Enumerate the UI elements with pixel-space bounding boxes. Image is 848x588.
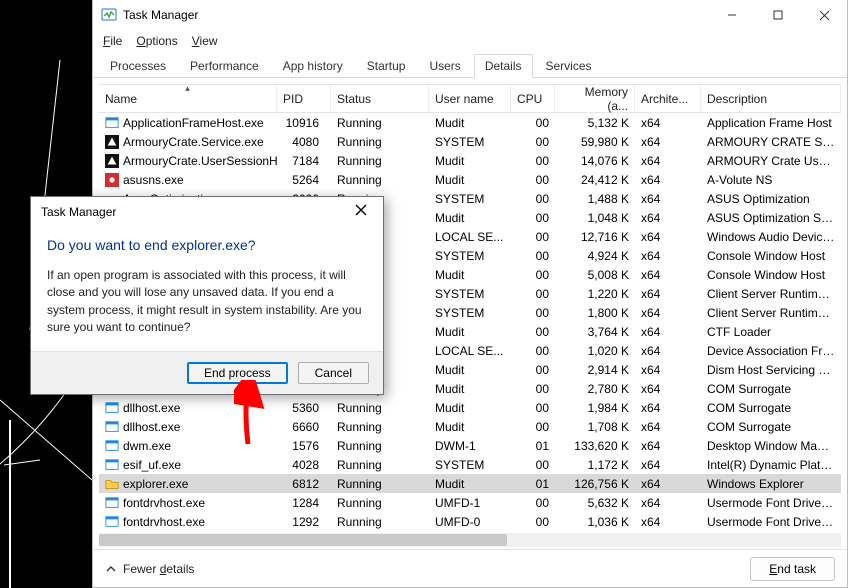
tab-details[interactable]: Details [474,54,533,78]
task-manager-icon [101,7,117,23]
sort-indicator-icon: ▴ [185,84,190,94]
col-memory[interactable]: Memory (a... [555,85,635,112]
tab-users[interactable]: Users [418,54,471,78]
table-row[interactable]: fontdrvhost.exe1284RunningUMFD-1005,632 … [99,493,841,512]
process-name: asusns.exe [123,173,184,187]
process-name: esif_uf.exe [123,458,181,472]
menu-options[interactable]: Options [136,34,177,48]
menubar: File Options View [93,30,847,52]
table-row[interactable]: ApplicationFrameHost.exe10916RunningMudi… [99,113,841,132]
tab-processes[interactable]: Processes [99,54,177,78]
chevron-up-icon [105,563,117,575]
scrollbar-thumb[interactable] [99,534,507,546]
table-row[interactable]: ArmouryCrate.UserSessionH...7184RunningM… [99,151,841,170]
table-row[interactable]: dllhost.exe5360RunningMudit001,984 Kx64C… [99,398,841,417]
process-name: fontdrvhost.exe [123,496,205,510]
dialog-titlebar[interactable]: Task Manager [31,197,383,227]
end-task-button[interactable]: End task [750,557,835,581]
dialog-title: Task Manager [41,205,116,219]
dialog-heading: Do you want to end explorer.exe? [47,237,367,253]
dialog-close-button[interactable] [349,203,373,221]
col-status[interactable]: Status [331,85,429,112]
grid-header: Name ▴ PID Status User name CPU Memory (… [99,85,841,113]
process-name: dwm.exe [123,439,171,453]
fewer-details-link[interactable]: Fewer details [105,562,194,576]
process-name: ArmouryCrate.Service.exe [123,135,264,149]
window-title: Task Manager [123,8,198,22]
col-user[interactable]: User name [429,85,511,112]
maximize-button[interactable] [755,0,801,30]
table-row[interactable]: ArmouryCrate.Service.exe4080RunningSYSTE… [99,132,841,151]
cancel-button[interactable]: Cancel [298,362,369,384]
titlebar[interactable]: Task Manager [93,0,847,30]
close-button[interactable] [801,0,847,30]
process-name: ApplicationFrameHost.exe [123,116,264,130]
table-row[interactable]: asusns.exe5264RunningMudit0024,412 Kx64A… [99,170,841,189]
col-name[interactable]: Name ▴ [99,85,277,112]
close-icon [355,204,367,216]
process-name: ArmouryCrate.UserSessionH... [123,154,277,168]
col-arch[interactable]: Archite... [635,85,701,112]
horizontal-scrollbar[interactable] [99,533,841,547]
minimize-button[interactable] [709,0,755,30]
table-row[interactable]: fontdrvhost.exe1292RunningUMFD-0001,036 … [99,512,841,531]
tab-performance[interactable]: Performance [179,54,270,78]
tabstrip: ProcessesPerformanceApp historyStartupUs… [93,52,847,78]
process-name: dllhost.exe [123,401,180,415]
footer: Fewer details End task [93,549,847,587]
col-description[interactable]: Description [701,85,841,112]
col-pid[interactable]: PID [277,85,331,112]
tab-startup[interactable]: Startup [356,54,417,78]
table-row[interactable]: explorer.exe6812RunningMudit01126,756 Kx… [99,474,841,493]
dialog-body-text: If an open program is associated with th… [47,267,367,337]
process-name: dllhost.exe [123,420,180,434]
process-name: fontdrvhost.exe [123,515,205,529]
table-row[interactable]: esif_uf.exe4028RunningSYSTEM001,172 Kx64… [99,455,841,474]
process-name: explorer.exe [123,477,188,491]
menu-file[interactable]: File [103,34,122,48]
confirm-dialog: Task Manager Do you want to end explorer… [30,196,384,395]
tab-app-history[interactable]: App history [272,54,354,78]
col-cpu[interactable]: CPU [511,85,555,112]
table-row[interactable]: dllhost.exe6660RunningMudit001,708 Kx64C… [99,417,841,436]
menu-view[interactable]: View [192,34,218,48]
tab-services[interactable]: Services [535,54,603,78]
end-process-button[interactable]: End process [187,362,288,384]
table-row[interactable]: dwm.exe1576RunningDWM-101133,620 Kx64Des… [99,436,841,455]
